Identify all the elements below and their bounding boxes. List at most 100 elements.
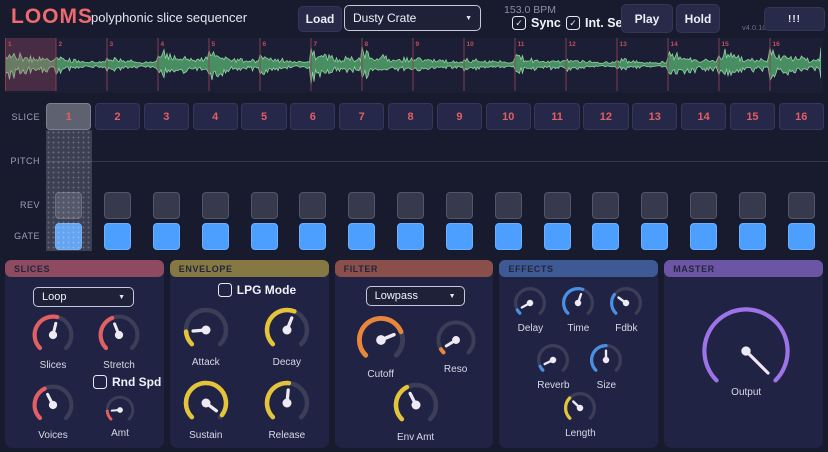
gate-toggle-1[interactable] (55, 223, 82, 250)
rev-toggle-15[interactable] (739, 192, 766, 219)
knob-dial (354, 313, 408, 367)
rev-toggle-12[interactable] (592, 192, 619, 219)
knob-dial (560, 285, 596, 321)
knob-length[interactable]: Length (562, 390, 598, 439)
knob-dial (181, 378, 231, 428)
rev-toggle-1[interactable] (55, 192, 82, 219)
rev-toggle-5[interactable] (251, 192, 278, 219)
waveform-graphic: 12345678910111213141516 (5, 38, 821, 91)
rev-toggle-9[interactable] (446, 192, 473, 219)
slice-mode-dropdown[interactable]: Loop ▼ (33, 287, 134, 307)
gate-toggle-7[interactable] (348, 223, 375, 250)
gate-toggle-13[interactable] (641, 223, 668, 250)
knob-env-amt[interactable]: Env Amt (391, 380, 441, 443)
rev-toggle-4[interactable] (202, 192, 229, 219)
lpg-mode-checkbox[interactable]: LPG Mode (218, 283, 296, 297)
gate-toggle-8[interactable] (397, 223, 424, 250)
waveform-display[interactable]: 12345678910111213141516 (5, 38, 823, 93)
slice-button-13[interactable]: 13 (632, 103, 677, 130)
knob-stretch[interactable]: Stretch (96, 312, 142, 371)
knob-output[interactable]: Output (694, 299, 798, 398)
slice-button-4[interactable]: 4 (193, 103, 238, 130)
slice-button-8[interactable]: 8 (388, 103, 433, 130)
svg-text:4: 4 (161, 41, 165, 48)
knob-decay[interactable]: Decay (262, 305, 312, 368)
slice-button-16[interactable]: 16 (779, 103, 824, 130)
knob-size[interactable]: Size (588, 342, 624, 391)
knob-delay[interactable]: Delay (512, 285, 548, 334)
gate-toggle-3[interactable] (153, 223, 180, 250)
knob-amt[interactable]: Amt (104, 394, 136, 439)
rev-toggle-2[interactable] (104, 192, 131, 219)
sync-checkbox[interactable]: ✓Sync (512, 16, 561, 30)
knob-reverb[interactable]: Reverb (535, 342, 571, 391)
sequencer-grid: SLICE PITCH REV GATE 1234567891011121314… (0, 100, 828, 256)
slice-button-12[interactable]: 12 (583, 103, 628, 130)
rev-toggle-14[interactable] (690, 192, 717, 219)
gate-toggle-9[interactable] (446, 223, 473, 250)
rnd-spd-checkbox[interactable]: Rnd Spd (93, 375, 161, 389)
slice-button-1[interactable]: 1 (46, 103, 91, 130)
rev-toggle-8[interactable] (397, 192, 424, 219)
gate-toggle-16[interactable] (788, 223, 815, 250)
knob-label: Length (565, 428, 596, 439)
gate-toggle-10[interactable] (495, 223, 522, 250)
gate-toggle-2[interactable] (104, 223, 131, 250)
filter-panel: FILTER Lowpass ▼ Cutoff Reso Env Amt (335, 260, 494, 448)
envelope-panel: ENVELOPE LPG Mode Attack Decay Sustain (170, 260, 329, 448)
version-label: v4.0.10 (742, 23, 767, 32)
load-button[interactable]: Load (298, 6, 342, 32)
slice-button-15[interactable]: 15 (730, 103, 775, 130)
knob-cutoff[interactable]: Cutoff (354, 313, 408, 380)
preset-dropdown[interactable]: Dusty Crate ▼ (344, 5, 481, 31)
knob-slices[interactable]: Slices (30, 312, 76, 371)
knob-fdbk[interactable]: Fdbk (608, 285, 644, 334)
chevron-down-icon: ▼ (465, 15, 472, 22)
gate-cell-7 (339, 222, 384, 250)
slice-button-7[interactable]: 7 (339, 103, 384, 130)
chevron-down-icon: ▼ (449, 293, 456, 300)
rev-toggle-7[interactable] (348, 192, 375, 219)
svg-text:3: 3 (110, 41, 114, 48)
knob-reso[interactable]: Reso (434, 318, 478, 375)
play-button[interactable]: Play (621, 4, 673, 33)
rev-row (46, 191, 824, 219)
gate-toggle-11[interactable] (544, 223, 571, 250)
knob-dial (30, 312, 76, 358)
rev-toggle-6[interactable] (299, 192, 326, 219)
rev-toggle-16[interactable] (788, 192, 815, 219)
slice-button-3[interactable]: 3 (144, 103, 189, 130)
gate-toggle-6[interactable] (299, 223, 326, 250)
knob-label: Decay (273, 357, 301, 368)
rev-toggle-3[interactable] (153, 192, 180, 219)
knob-time[interactable]: Time (560, 285, 596, 334)
rev-toggle-13[interactable] (641, 192, 668, 219)
slice-button-2[interactable]: 2 (95, 103, 140, 130)
rev-cell-9 (437, 191, 482, 219)
knob-dial (96, 312, 142, 358)
slice-button-9[interactable]: 9 (437, 103, 482, 130)
gate-toggle-14[interactable] (690, 223, 717, 250)
filter-type-dropdown[interactable]: Lowpass ▼ (366, 286, 465, 306)
lane-label-slice: SLICE (0, 112, 40, 122)
slice-button-6[interactable]: 6 (290, 103, 335, 130)
rev-toggle-10[interactable] (495, 192, 522, 219)
rev-cell-4 (193, 191, 238, 219)
knob-sustain[interactable]: Sustain (181, 378, 231, 441)
slice-button-14[interactable]: 14 (681, 103, 726, 130)
slice-button-5[interactable]: 5 (241, 103, 286, 130)
gate-toggle-12[interactable] (592, 223, 619, 250)
gate-toggle-4[interactable] (202, 223, 229, 250)
hold-button[interactable]: Hold (676, 4, 720, 33)
rev-toggle-11[interactable] (544, 192, 571, 219)
knob-release[interactable]: Release (262, 378, 312, 441)
knob-dial (562, 390, 598, 426)
panic-button[interactable]: !!! (764, 7, 825, 31)
gate-toggle-15[interactable] (739, 223, 766, 250)
knob-voices[interactable]: Voices (30, 382, 76, 441)
slice-button-11[interactable]: 11 (534, 103, 579, 130)
knob-attack[interactable]: Attack (181, 305, 231, 368)
slice-button-10[interactable]: 10 (486, 103, 531, 130)
svg-text:2: 2 (59, 41, 63, 48)
gate-toggle-5[interactable] (251, 223, 278, 250)
